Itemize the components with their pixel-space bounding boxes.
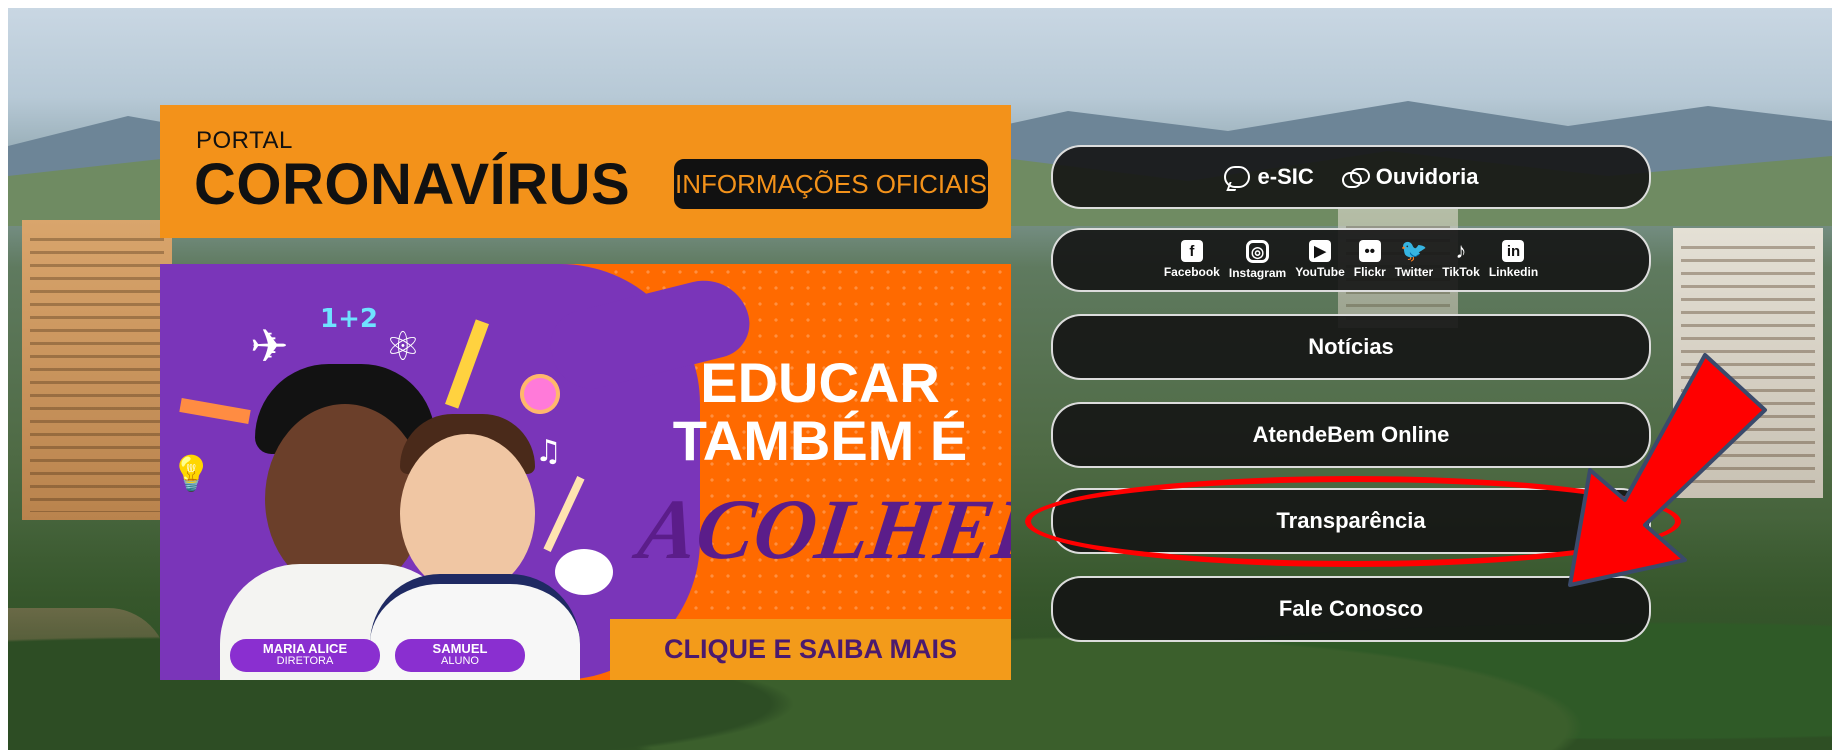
palette-icon — [555, 549, 613, 595]
social-label: Flickr — [1353, 265, 1386, 279]
social-links-bar: f Facebook ◎ Instagram ▶ YouTube •• Flic… — [1051, 228, 1651, 292]
music-note-icon: ♫ — [535, 434, 562, 469]
esic-ouvidoria-bar: e-SIC Ouvidoria — [1051, 145, 1651, 209]
social-label: Linkedin — [1488, 265, 1539, 279]
flickr-link[interactable]: •• Flickr — [1354, 240, 1386, 280]
esic-link[interactable]: e-SIC — [1223, 164, 1314, 190]
headline-line-2: TAMBÉM É — [672, 409, 968, 472]
math-doodle: 1+2 — [320, 304, 378, 334]
social-label: Facebook — [1163, 265, 1220, 279]
social-label: Instagram — [1228, 266, 1287, 280]
youtube-link[interactable]: ▶ YouTube — [1295, 240, 1345, 280]
building — [22, 220, 172, 520]
twitter-icon: 🐦 — [1400, 238, 1428, 263]
acolher-script: ACOLHER — [633, 481, 1011, 577]
instagram-icon: ◎ — [1246, 240, 1270, 263]
portal-coronavirus-banner[interactable]: PORTAL CORONAVÍRUS INFORMAÇÕES OFICIAIS — [160, 105, 1011, 238]
social-label: Twitter — [1394, 265, 1434, 279]
linkedin-icon: in — [1502, 240, 1525, 262]
tiktok-icon: ♪ — [1455, 238, 1467, 263]
person-name: SAMUEL — [432, 641, 488, 656]
instagram-link[interactable]: ◎ Instagram — [1229, 240, 1286, 280]
headline-line-1: EDUCAR — [700, 351, 940, 414]
flickr-icon: •• — [1358, 240, 1381, 262]
social-links: f Facebook ◎ Instagram ▶ YouTube •• Flic… — [1164, 238, 1538, 280]
paper-plane-icon: ✈ — [250, 319, 289, 373]
red-arrow-icon — [1568, 353, 1767, 587]
coronavirus-title: CORONAVÍRUS — [194, 152, 631, 217]
person-role: ALUNO — [441, 655, 479, 667]
ouvidoria-label: Ouvidoria — [1375, 164, 1479, 189]
boy-face — [400, 434, 535, 594]
educar-headline: EDUCAR TAMBÉM É — [640, 354, 1000, 470]
twitter-link[interactable]: 🐦 Twitter — [1394, 238, 1434, 280]
social-label: TikTok — [1442, 265, 1480, 279]
tiktok-link[interactable]: ♪ TikTok — [1442, 238, 1480, 280]
planet-icon — [520, 374, 560, 414]
top-border — [0, 0, 1832, 8]
lightbulb-icon: 💡 — [170, 454, 213, 494]
facebook-link[interactable]: f Facebook — [1164, 240, 1220, 280]
clique-saiba-mais-button[interactable]: CLIQUE E SAIBA MAIS — [610, 619, 1011, 680]
youtube-icon: ▶ — [1308, 240, 1331, 262]
person-role: DIRETORA — [276, 655, 334, 667]
name-tag-samuel: SAMUEL ALUNO — [395, 639, 525, 672]
chat-bubbles-icon — [1341, 168, 1370, 188]
social-label: YouTube — [1295, 265, 1345, 279]
chat-bubble-icon — [1223, 166, 1250, 188]
facebook-icon: f — [1180, 240, 1203, 262]
atom-icon: ⚛ — [385, 324, 421, 370]
ouvidoria-link[interactable]: Ouvidoria — [1341, 164, 1479, 190]
esic-label: e-SIC — [1257, 164, 1314, 189]
person-name: MARIA ALICE — [262, 641, 348, 656]
name-tag-maria: MARIA ALICE DIRETORA — [230, 639, 380, 672]
linkedin-link[interactable]: in Linkedin — [1489, 240, 1538, 280]
informacoes-oficiais-badge: INFORMAÇÕES OFICIAIS — [672, 157, 990, 211]
educar-acolher-banner[interactable]: 1+2 ✈ ⚛ ♫ 💡 MARIA ALICE DIRETORA SAMUEL … — [160, 264, 1011, 680]
